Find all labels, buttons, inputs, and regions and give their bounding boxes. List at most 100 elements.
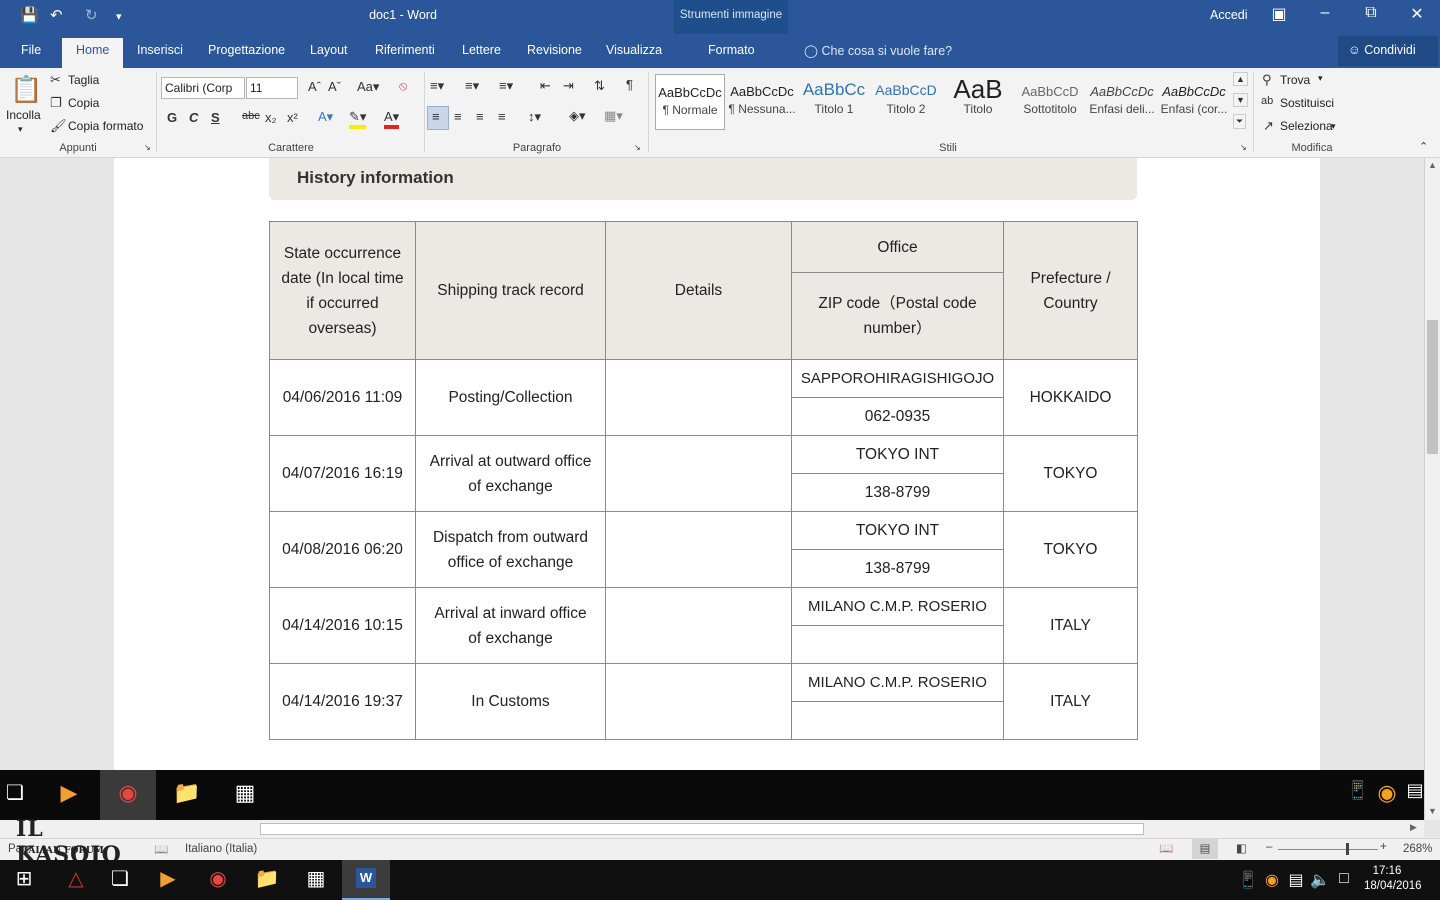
show-formatting-icon[interactable]: ¶ [626, 77, 633, 92]
file-explorer-icon: 📁 [173, 780, 201, 805]
decrease-indent-icon[interactable]: ⇤ [540, 78, 551, 94]
style-normale[interactable]: AaBbCcDc ¶ Normale [655, 74, 725, 130]
windows-start-icon[interactable]: ⊞ [4, 866, 44, 896]
strikethrough-button[interactable]: abc [242, 110, 260, 122]
justify-icon[interactable]: ≡ [498, 109, 506, 124]
paste-dropdown-icon[interactable]: ▾ [18, 124, 23, 135]
tab-revisione[interactable]: Revisione [527, 43, 582, 57]
font-color-icon[interactable]: A▾ [384, 109, 400, 129]
task-view-icon[interactable]: ❏ [100, 866, 140, 896]
web-layout-icon[interactable]: ◧ [1236, 841, 1247, 855]
shrink-font-icon[interactable]: Aˇ [328, 79, 341, 94]
style-sottotitolo[interactable]: AaBbCcD Sottotitolo [1015, 74, 1085, 130]
superscript-button[interactable]: x² [287, 110, 298, 125]
restore-button[interactable]: ⧉ [1348, 4, 1394, 22]
shading-icon[interactable]: ◈▾ [569, 108, 586, 124]
zoom-slider-thumb[interactable] [1346, 843, 1349, 855]
style-titolo[interactable]: AaB Titolo [943, 74, 1013, 130]
bold-button[interactable]: G [167, 110, 177, 125]
document-page[interactable]: History information State occurrence dat… [114, 158, 1320, 770]
styles-scroll-up-icon[interactable]: ▲ [1233, 72, 1248, 86]
tab-riferimenti[interactable]: Riferimenti [375, 43, 435, 57]
style-titolo-1[interactable]: AaBbCc Titolo 1 [799, 74, 869, 130]
tab-lettere[interactable]: Lettere [462, 43, 501, 57]
style-nessuna-spaziatura[interactable]: AaBbCcDc ¶ Nessuna... [727, 74, 797, 130]
word-taskbar-button[interactable]: W [342, 860, 390, 900]
barber-pole-icon[interactable]: △ [56, 866, 96, 896]
vertical-scroll-thumb[interactable] [1427, 320, 1438, 454]
select-dropdown-icon[interactable]: ▾ [1331, 121, 1336, 132]
language-indicator[interactable]: Italiano (Italia) [185, 843, 257, 855]
align-center-icon[interactable]: ≡ [454, 109, 462, 124]
paste-icon[interactable]: 📋 [10, 74, 42, 108]
zoom-in-icon[interactable]: + [1380, 841, 1387, 853]
share-button[interactable]: ☺ Condividi [1338, 36, 1438, 66]
line-spacing-icon[interactable]: ↕▾ [528, 109, 541, 125]
close-button[interactable]: ✕ [1394, 4, 1440, 24]
align-right-icon[interactable]: ≡ [476, 109, 484, 124]
sign-in-link[interactable]: Accedi [1210, 8, 1248, 22]
action-center-icon[interactable]: □ [1324, 870, 1364, 900]
underline-button[interactable]: S [211, 110, 220, 125]
read-mode-icon[interactable]: 📖 [1159, 841, 1173, 855]
clear-formatting-icon[interactable]: ⦸ [399, 78, 407, 94]
calculator-icon[interactable]: ▦ [296, 866, 336, 896]
file-explorer-icon[interactable]: 📁 [247, 866, 287, 896]
clipboard-launcher-icon[interactable]: ↘ [144, 143, 151, 152]
proofing-icon[interactable]: 📖 [154, 842, 168, 856]
vertical-scrollbar[interactable]: ▲ ▼ [1424, 158, 1440, 820]
bullets-icon[interactable]: ≡▾ [430, 78, 444, 94]
grow-font-icon[interactable]: Aˆ [308, 79, 321, 94]
find-dropdown-icon[interactable]: ▾ [1318, 73, 1323, 84]
tab-home[interactable]: Home [62, 38, 124, 68]
tab-formato[interactable]: Formato [708, 43, 755, 57]
scroll-up-icon[interactable]: ▲ [1428, 160, 1437, 170]
align-left-icon[interactable]: ≡ [427, 106, 449, 130]
borders-icon[interactable]: ▦▾ [604, 108, 623, 124]
numbering-icon[interactable]: ≡▾ [465, 78, 479, 94]
multilevel-list-icon[interactable]: ≡▾ [499, 78, 513, 94]
tab-file[interactable]: File [21, 43, 41, 57]
text-effects-icon[interactable]: A▾ [318, 109, 333, 125]
format-painter-button[interactable]: Copia formato [68, 119, 143, 133]
copy-button[interactable]: Copia [68, 96, 99, 110]
scroll-right-icon[interactable]: ▶ [1410, 822, 1417, 833]
zoom-slider[interactable] [1278, 849, 1378, 850]
style-titolo-2[interactable]: AaBbCcD Titolo 2 [871, 74, 941, 130]
print-layout-icon[interactable]: ▤ [1192, 839, 1218, 859]
font-size-combo[interactable]: 11 [246, 77, 298, 99]
increase-indent-icon[interactable]: ⇥ [563, 78, 574, 94]
horizontal-scrollbar[interactable]: ▶ [0, 820, 1424, 838]
ribbon-display-options-icon[interactable]: ▣ [1256, 4, 1302, 24]
subscript-button[interactable]: x₂ [265, 110, 277, 125]
styles-launcher-icon[interactable]: ↘ [1240, 143, 1247, 152]
paragraph-launcher-icon[interactable]: ↘ [634, 143, 641, 152]
styles-scroll-down-icon[interactable]: ▼ [1233, 93, 1248, 107]
paste-button[interactable]: Incolla [6, 108, 41, 122]
change-case-icon[interactable]: Aa▾ [357, 79, 379, 95]
style-enfasi-delicata[interactable]: AaBbCcDc Enfasi deli... [1087, 74, 1157, 130]
tab-progettazione[interactable]: Progettazione [208, 43, 285, 57]
tab-layout[interactable]: Layout [310, 43, 348, 57]
minimize-button[interactable]: – [1302, 4, 1348, 22]
styles-more-icon[interactable]: ⏷ [1233, 114, 1247, 129]
tell-me-search[interactable]: ◯ Che cosa si vuole fare? [804, 43, 952, 58]
italic-button[interactable]: C [189, 110, 198, 125]
style-enfasi-corsivo[interactable]: AaBbCcDc Enfasi (cor... [1159, 74, 1229, 130]
chrome-icon[interactable]: ◉ [198, 866, 238, 896]
find-button[interactable]: Trova [1280, 73, 1310, 87]
zoom-level[interactable]: 268% [1403, 843, 1432, 855]
replace-button[interactable]: Sostituisci [1280, 96, 1334, 110]
font-name-combo[interactable]: Calibri (Corp [161, 77, 245, 99]
zoom-out-icon[interactable]: – [1266, 841, 1272, 853]
media-player-icon[interactable]: ▶ [148, 866, 188, 896]
highlight-icon[interactable]: ✎▾ [349, 109, 367, 129]
taskbar-clock[interactable]: 17:16 18/04/2016 [1364, 864, 1422, 894]
select-button[interactable]: Seleziona [1280, 119, 1333, 133]
sort-icon[interactable]: ⇅ [594, 78, 605, 94]
tab-visualizza[interactable]: Visualizza [606, 43, 662, 57]
collapse-ribbon-icon[interactable]: ⌃ [1419, 140, 1428, 153]
cut-button[interactable]: Taglia [68, 73, 99, 87]
tab-inserisci[interactable]: Inserisci [137, 43, 183, 57]
horizontal-scroll-thumb[interactable] [260, 823, 1144, 835]
